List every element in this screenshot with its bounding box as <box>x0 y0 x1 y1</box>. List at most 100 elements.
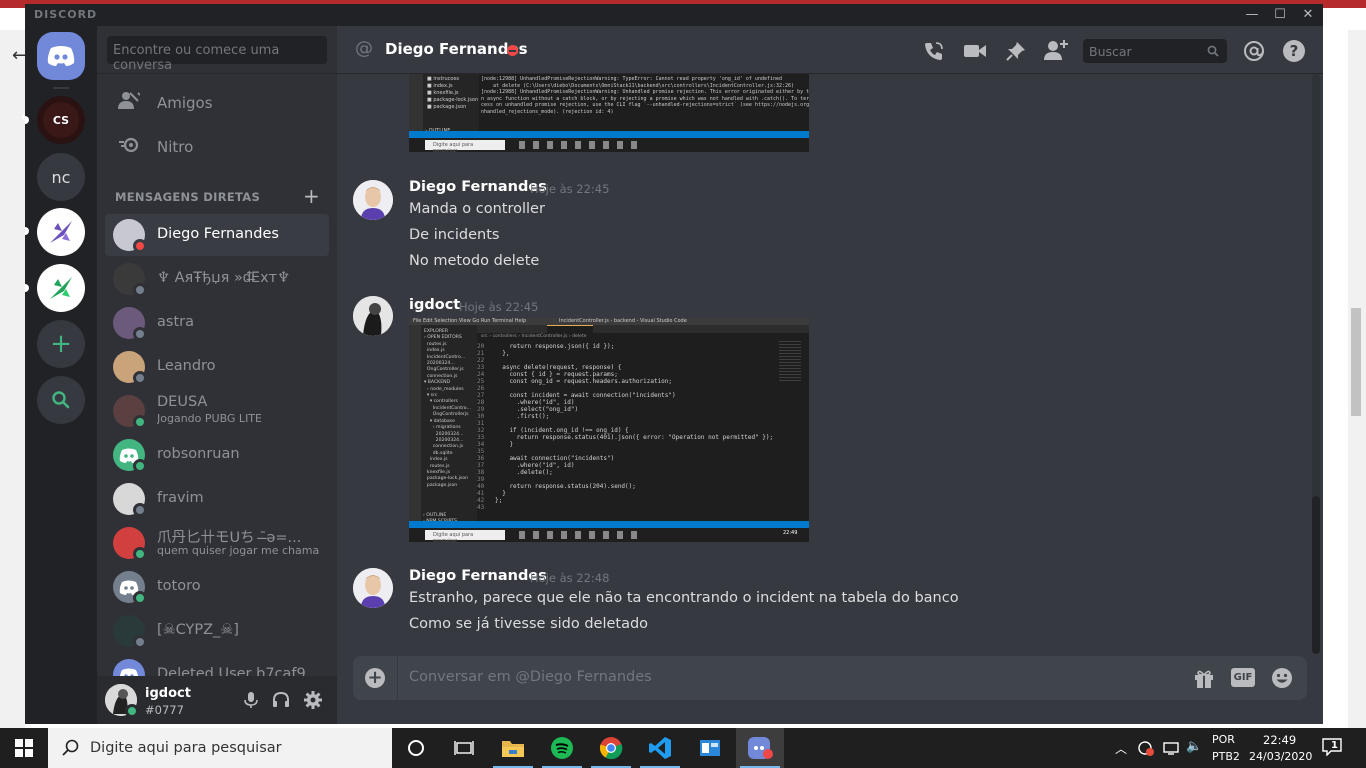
chat-scrollbar-thumb[interactable] <box>1312 496 1320 654</box>
vscode-icon[interactable] <box>636 728 684 768</box>
video-icon[interactable] <box>963 40 987 62</box>
dm-item[interactable]: totoro <box>105 566 329 608</box>
explore-button[interactable] <box>37 376 85 424</box>
nav-friends-label: Amigos <box>157 94 213 112</box>
mini-search: Digite aqui para pesquisar <box>425 530 505 542</box>
tray-network-blocked-icon[interactable] <box>1138 740 1154 756</box>
help-icon[interactable]: ? <box>1283 40 1305 62</box>
attachment-vscode-screenshot[interactable]: File Edit Selection View Go Run Terminal… <box>409 318 809 542</box>
call-icon[interactable] <box>923 40 945 62</box>
mention-icon[interactable] <box>1243 40 1265 62</box>
maximize-button[interactable]: ☐ <box>1267 5 1293 25</box>
page-scrollbar-thumb[interactable] <box>1351 308 1361 416</box>
guild-purple[interactable] <box>37 208 85 256</box>
notification-center-button[interactable]: 1 <box>1322 738 1346 758</box>
vscode-title: IncidentController.js - backend - Visual… <box>559 318 687 324</box>
message-composer: + Conversar em @Diego Fernandes GIF <box>353 656 1307 700</box>
add-friend-icon[interactable] <box>1043 38 1069 62</box>
upload-button[interactable]: + <box>365 668 385 688</box>
code-text: return response.status(204).send(); <box>495 483 636 490</box>
guild-nc[interactable]: nc <box>37 153 85 201</box>
code-text: await connection("incidents") <box>495 455 615 462</box>
dm-name: astra <box>157 314 194 330</box>
tray-chevron-icon[interactable]: ︿ <box>1115 740 1127 757</box>
dm-item[interactable]: Leandro <box>105 346 329 388</box>
mini-clock: 22:49 <box>783 530 798 536</box>
find-conversation-input[interactable]: Encontre ou comece uma conversa <box>107 36 327 73</box>
user-tag: #0777 <box>145 703 184 717</box>
breadcrumb: src › controllers › IncidentController.j… <box>477 333 809 341</box>
app-brand: DISCORD <box>34 8 98 21</box>
line-number: 23 <box>477 364 485 371</box>
emoji-icon[interactable] <box>1271 667 1293 689</box>
friends-icon <box>117 91 141 115</box>
message-author[interactable]: Diego Fernandes <box>409 568 547 584</box>
add-server-button[interactable]: + <box>37 320 85 368</box>
line-number: 32 <box>477 427 485 434</box>
tray-language-top[interactable]: POR <box>1212 733 1235 746</box>
tray-date[interactable]: 24/03/2020 <box>1249 750 1312 763</box>
chat-search-input[interactable]: Buscar <box>1083 39 1227 63</box>
dm-item[interactable]: robsonruan <box>105 434 329 476</box>
dm-item[interactable]: Diego Fernandes <box>105 214 329 256</box>
create-dm-button[interactable]: + <box>303 184 320 208</box>
cortana-icon[interactable] <box>392 728 440 768</box>
tray-clock[interactable]: 22:49 <box>1263 733 1296 747</box>
code-line: 32 if (incident.ong_id !== ong_id) { <box>477 427 777 434</box>
code-line: 22 <box>477 357 777 364</box>
guild-green[interactable] <box>37 264 85 312</box>
message-author[interactable]: igdoct <box>409 297 460 313</box>
dm-activity: quem quiser jogar me chama <box>157 544 320 557</box>
code-text: }, <box>495 350 510 357</box>
chrome-icon[interactable] <box>587 728 635 768</box>
tray-display-icon[interactable] <box>1162 740 1180 756</box>
headphones-icon[interactable] <box>271 690 291 710</box>
winged-icon <box>50 221 72 243</box>
app-icon[interactable] <box>686 728 734 768</box>
message-author[interactable]: Diego Fernandes <box>409 179 547 195</box>
dm-item[interactable]: fravim <box>105 478 329 520</box>
line-number: 38 <box>477 469 485 476</box>
line-number: 39 <box>477 476 485 483</box>
nav-friends[interactable]: Amigos <box>105 82 329 124</box>
status-online-indicator <box>133 415 147 429</box>
close-button[interactable]: ✕ <box>1295 5 1321 25</box>
gift-icon[interactable] <box>1193 667 1215 689</box>
file-explorer-icon[interactable] <box>489 728 537 768</box>
code-line: 26 <box>477 385 777 392</box>
code-line: 36 await connection("incidents") <box>477 455 777 462</box>
dm-item[interactable]: astra <box>105 302 329 344</box>
gif-button[interactable]: GIF <box>1231 668 1255 687</box>
terminal-output: [node:12988] UnhandledPromiseRejectionWa… <box>481 76 809 115</box>
search-icon <box>52 391 70 409</box>
code-text: } <box>495 441 514 448</box>
dm-item[interactable]: 爪丹匕卄モUち ˉ̶ə=... quem quiser jogar me cham… <box>105 522 329 564</box>
taskbar-search-input[interactable]: Digite aqui para pesquisar <box>48 728 392 768</box>
attachment-terminal-screenshot[interactable]: ■ instrucoes ■ index.js ■ knexfile.js ■ pac… <box>409 74 809 152</box>
discord-icon[interactable] <box>736 728 784 768</box>
settings-icon[interactable] <box>303 690 323 710</box>
mini-search: Digite aqui para pesquisar <box>425 140 505 152</box>
code-line: 35 <box>477 448 777 455</box>
avatar[interactable] <box>353 296 393 336</box>
tray-language-bottom[interactable]: PTB2 <box>1212 750 1240 763</box>
code-text: async delete(request, response) { <box>495 364 622 371</box>
start-button[interactable] <box>0 728 48 768</box>
message-input[interactable]: Conversar em @Diego Fernandes <box>409 669 652 685</box>
line-number: 33 <box>477 434 485 441</box>
microphone-icon[interactable] <box>241 690 261 710</box>
code-text: } <box>495 490 506 497</box>
home-button[interactable] <box>37 32 85 80</box>
dm-item[interactable]: DEUSA Jogando PUBG LITE <box>105 390 329 432</box>
dm-item[interactable]: [☠CYPZ_☠] <box>105 610 329 652</box>
avatar[interactable] <box>353 568 393 608</box>
spotify-icon[interactable] <box>538 728 586 768</box>
pin-icon[interactable] <box>1005 40 1027 62</box>
dm-item[interactable]: ♆ AяŦђџя »ᵭ̶Ēхт♆ <box>105 258 329 300</box>
avatar[interactable] <box>353 180 393 220</box>
minimize-button[interactable]: — <box>1239 5 1265 25</box>
guild-csgo[interactable]: CS <box>37 96 85 144</box>
tray-volume-icon[interactable]: 🔈 <box>1186 739 1202 754</box>
nav-nitro[interactable]: Nitro <box>105 126 329 168</box>
task-view-icon[interactable] <box>440 728 488 768</box>
